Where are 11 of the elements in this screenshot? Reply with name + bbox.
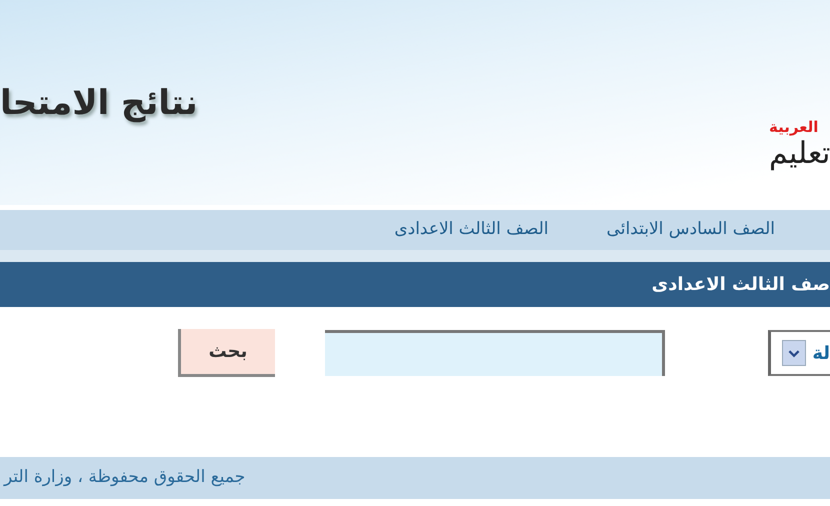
search-button[interactable]: بحث [178,329,275,377]
logo-caption: العربية [769,117,818,138]
nav-link[interactable]: الصف السادس الابتدائى [606,217,775,243]
select-dropdown[interactable]: لة [768,330,830,376]
section-title: صف الثالث الاعدادى [652,273,830,297]
logo-wordmark: تعليم [769,138,830,168]
caret-icon[interactable] [782,340,806,366]
page-title: نتائج الامتحا [0,82,198,125]
nav-link[interactable]: الصف الثالث الاعدادى [394,217,549,243]
search-input[interactable] [325,330,665,376]
copyright-text: جميع الحقوق محفوظة ، وزارة التر [2,466,246,490]
